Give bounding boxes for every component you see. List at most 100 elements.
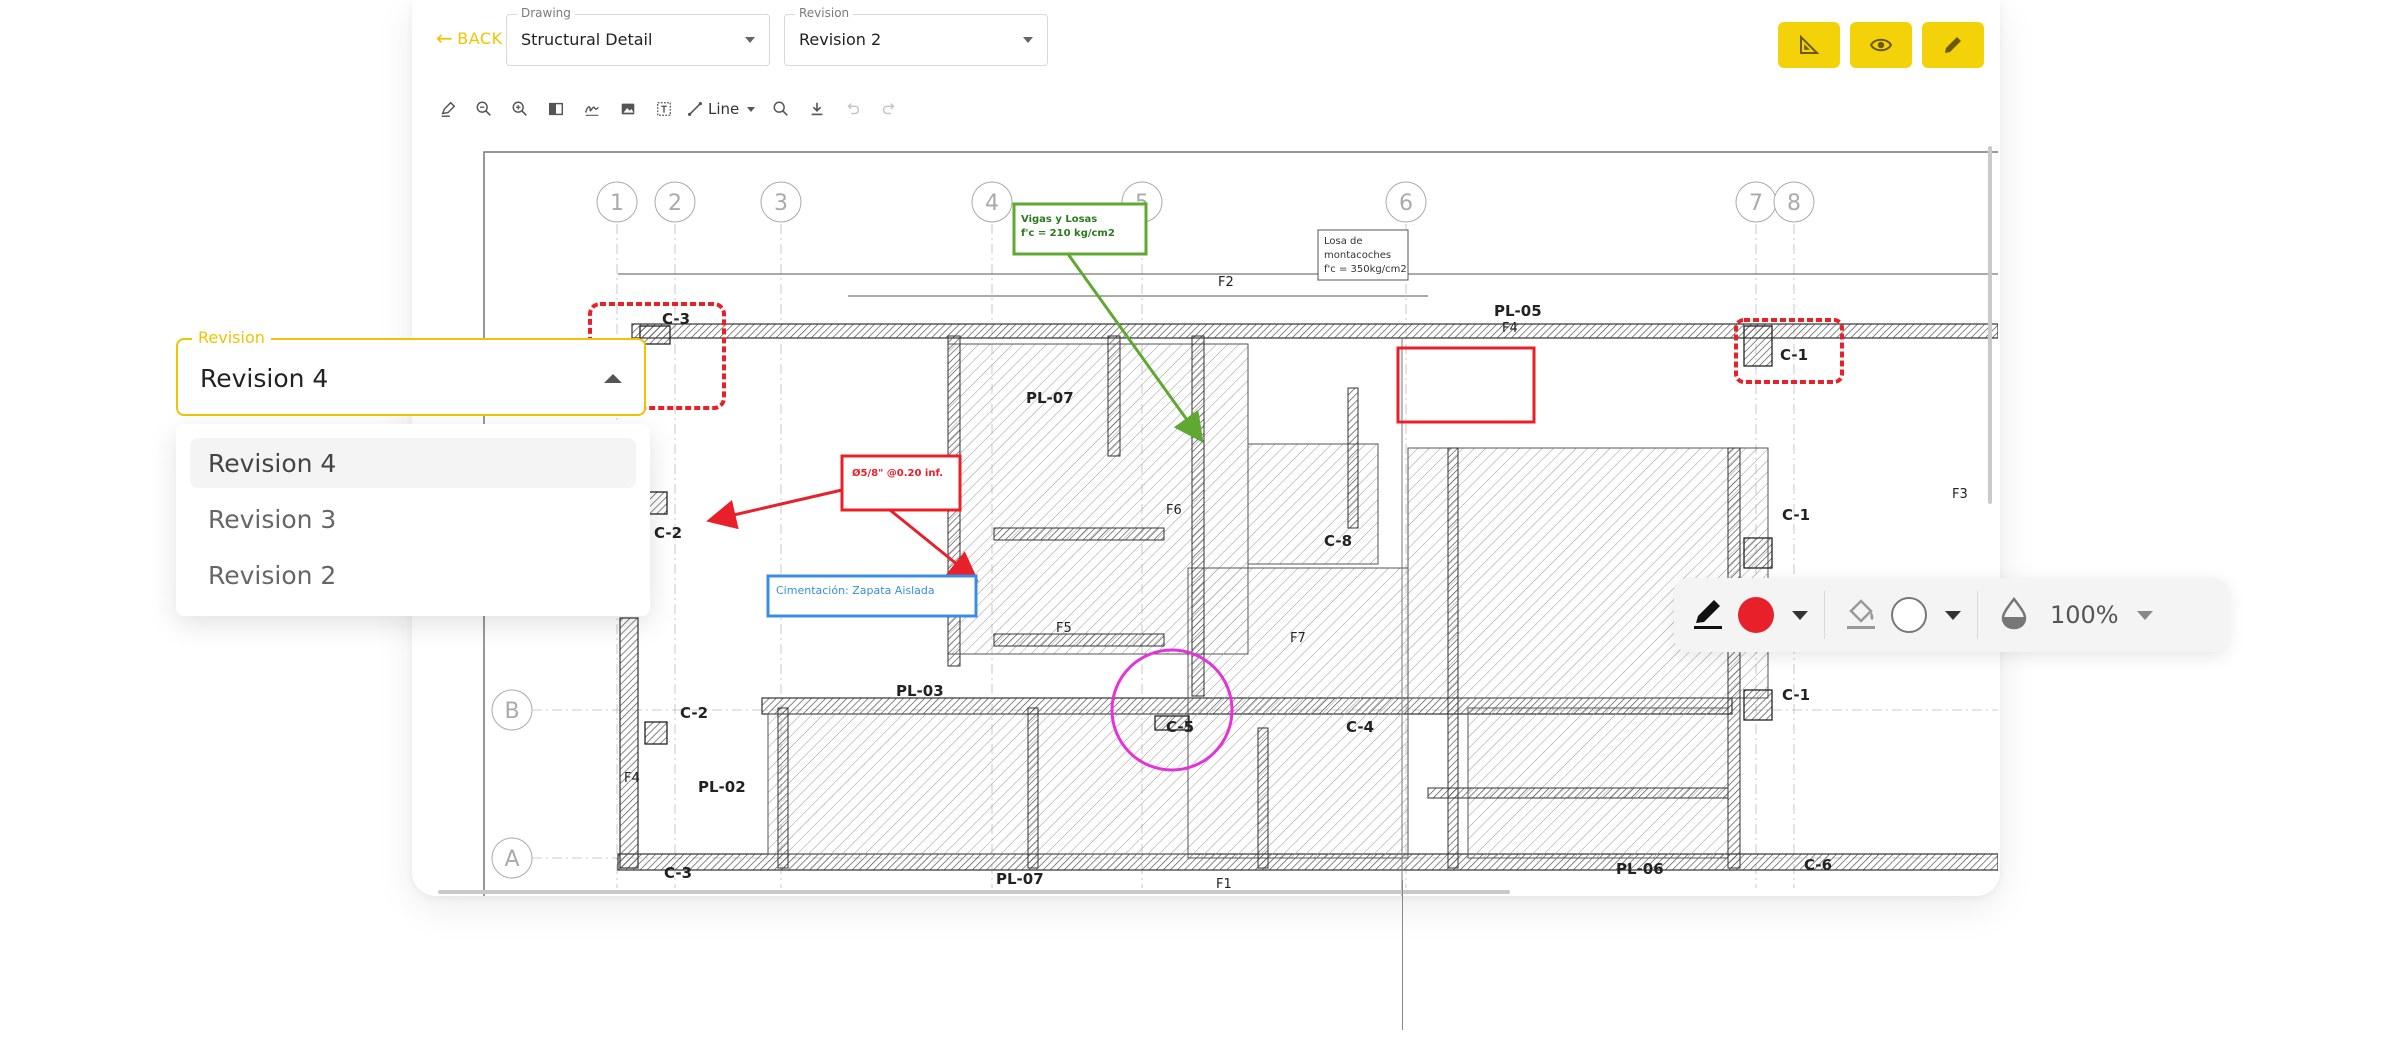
back-label: BACK (457, 28, 503, 48)
red-callout-box[interactable] (840, 454, 962, 512)
drawing-label: F7 (1290, 631, 1306, 646)
grid-label: 3 (774, 191, 788, 216)
drawing-select-legend: Drawing (517, 6, 575, 20)
grid-label: 8 (1787, 191, 1801, 216)
back-link[interactable]: ← BACK (436, 28, 503, 48)
grid-label: 7 (1749, 191, 1763, 216)
grid-label: 1 (610, 191, 624, 216)
eye-icon (1869, 38, 1893, 52)
line-tool[interactable]: Line (682, 100, 763, 118)
drawing-label: C-2 (654, 524, 682, 542)
zoom-in-tool[interactable] (502, 94, 538, 124)
revision-select-value: Revision 2 (799, 30, 882, 49)
screen: ← BACK Drawing Structural Detail Revisio… (0, 0, 2397, 1059)
revision-dropdown-field[interactable]: Revision Revision 4 (176, 328, 646, 416)
measure-mode-button[interactable] (1778, 22, 1840, 68)
green-callout-line: f'c = 210 kg/cm2 (1021, 228, 1115, 239)
drawing-label: C-5 (1166, 718, 1194, 736)
arrow-left-icon: ← (436, 26, 454, 50)
red-arrow[interactable] (706, 488, 843, 530)
line-tool-label: Line (708, 100, 740, 118)
chevron-down-icon[interactable] (1792, 610, 1808, 620)
pen-icon[interactable] (1688, 593, 1728, 637)
drawing-viewer-card: ← BACK Drawing Structural Detail Revisio… (412, 0, 2000, 896)
fill-color-swatch[interactable] (1891, 597, 1927, 633)
drawing-label: F6 (1166, 503, 1182, 518)
revision-select-legend: Revision (795, 6, 854, 20)
text-box-icon (657, 102, 671, 116)
chevron-down-icon (745, 37, 755, 43)
stroke-style-group (1688, 593, 1808, 637)
drawing-label: F3 (1952, 487, 1968, 502)
chevron-down-icon[interactable] (1945, 610, 1961, 620)
vertical-scrollbar[interactable] (1988, 146, 1992, 504)
image-icon (621, 103, 635, 115)
measure-icon (1800, 34, 1820, 54)
text-box-tool[interactable] (646, 94, 682, 124)
revision-option-4[interactable]: Revision 4 (190, 438, 636, 488)
drawing-select-value: Structural Detail (521, 30, 653, 49)
stroke-color-swatch[interactable] (1738, 597, 1774, 633)
drawing-label: PL-02 (698, 778, 746, 796)
drawing-label: C-1 (1782, 506, 1810, 524)
revision-dropdown-legend: Revision (192, 328, 271, 347)
grid-label: 6 (1399, 191, 1413, 216)
chevron-down-icon (747, 106, 756, 112)
losa-note-line: montacoches (1324, 250, 1391, 261)
view-mode-button[interactable] (1850, 22, 1912, 68)
redo-tool[interactable] (871, 94, 907, 124)
revision-dropdown-menu: Revision 4 Revision 3 Revision 2 (176, 424, 650, 616)
annotate-tool[interactable] (430, 94, 466, 124)
losa-note-line: Losa de (1324, 236, 1363, 247)
green-callout-line: Vigas y Losas (1021, 214, 1097, 225)
zoom-out-tool[interactable] (466, 94, 502, 124)
image-tool[interactable] (610, 94, 646, 124)
blue-callout-text: Cimentación: Zapata Aislada (776, 584, 935, 597)
losa-note-line: f'c = 350kg/cm2 (1324, 264, 1407, 275)
drawing-label: F5 (1056, 621, 1072, 636)
revision-option-2[interactable]: Revision 2 (190, 550, 636, 600)
line-icon (687, 101, 703, 117)
drawing-label: PL-03 (896, 682, 944, 700)
drawing-label: C-3 (664, 864, 692, 882)
chevron-down-icon[interactable] (2136, 610, 2153, 620)
drawing-label: PL-05 (1494, 302, 1542, 320)
zoom-out-icon (476, 101, 491, 116)
chevron-up-icon (604, 374, 622, 383)
chevron-down-icon (1023, 37, 1033, 43)
pencil-icon (1945, 37, 1961, 53)
drawing-label: PL-06 (1616, 860, 1664, 878)
revision-option-3[interactable]: Revision 3 (190, 494, 636, 544)
divider (1977, 591, 1978, 639)
undo-tool[interactable] (835, 94, 871, 124)
fill-bucket-icon[interactable] (1841, 593, 1881, 637)
opacity-value: 100% (2050, 601, 2119, 629)
compare-tool[interactable] (538, 94, 574, 124)
download-tool[interactable] (799, 94, 835, 124)
search-tool[interactable] (763, 94, 799, 124)
annotation-style-toolbar: 100% (1674, 578, 2228, 652)
revision-dropdown-popover: Revision Revision 4 Revision 4 Revision … (176, 328, 650, 616)
drawing-canvas[interactable]: 1 2 3 4 5 6 7 8 B A (428, 148, 1998, 896)
edit-mode-button[interactable] (1922, 22, 1984, 68)
drawing-toolbar: Line (430, 94, 907, 124)
highlighter-icon (441, 101, 456, 117)
grid-label: 2 (668, 191, 682, 216)
drawing-label: C-1 (1780, 346, 1808, 364)
drop-icon[interactable] (1994, 593, 2034, 637)
revision-select[interactable]: Revision Revision 2 (784, 6, 1048, 66)
grid-label: 4 (985, 191, 999, 216)
split-view-icon (548, 102, 564, 116)
search-icon (773, 101, 789, 116)
drawing-label: C-1 (1782, 686, 1810, 704)
red-rectangle[interactable] (1396, 346, 1536, 424)
drawing-label: F4 (624, 771, 640, 786)
drawing-select[interactable]: Drawing Structural Detail (506, 6, 770, 66)
horizontal-scrollbar[interactable] (438, 890, 1510, 894)
signature-icon (585, 106, 599, 116)
crosshair-line (1402, 880, 1403, 1030)
drawing-label: C-2 (680, 704, 708, 722)
drawing-label: F4 (1502, 321, 1518, 336)
red-callout-text: Ø5/8" @0.20 inf. (852, 467, 943, 479)
signature-tool[interactable] (574, 94, 610, 124)
